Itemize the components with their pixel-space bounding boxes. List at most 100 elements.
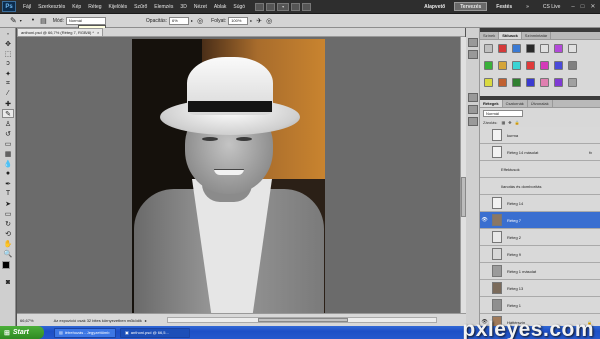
style-swatch[interactable] [512, 78, 521, 87]
workspace-essentials[interactable]: Alapvető [419, 2, 450, 11]
screen-mode-icon[interactable] [302, 2, 312, 11]
photo-canvas[interactable] [132, 39, 325, 313]
brush-tool-icon[interactable]: ✎ [2, 109, 14, 118]
menu-filter[interactable]: Szűrő [134, 4, 147, 10]
mode-select[interactable]: Normál [65, 16, 106, 25]
task-notepad[interactable]: ▤ létrehozás - Jegyzettömb [54, 327, 116, 338]
tablet-pressure-icon[interactable]: ◎ [197, 17, 203, 25]
brush-panel-icon-strip[interactable] [468, 117, 478, 126]
layer-row[interactable]: Réteg 13 [480, 280, 600, 297]
mini-bridge-icon[interactable] [266, 2, 276, 11]
tablet-size-icon[interactable]: ◎ [266, 17, 272, 25]
layer-effect-row[interactable]: Effektusok [480, 161, 600, 178]
layer-row[interactable]: Réteg 2 [480, 229, 600, 246]
blur-tool-icon[interactable]: 💧 [2, 159, 14, 168]
tab-styles[interactable]: Stílusok [499, 32, 522, 39]
menu-edit[interactable]: Szerkesztés [38, 4, 65, 10]
layer-row[interactable]: Réteg 1 másolat [480, 263, 600, 280]
lasso-tool-icon[interactable]: ↄ [2, 59, 14, 68]
layer-row[interactable]: Réteg 14 [480, 195, 600, 212]
crop-tool-icon[interactable]: ⌗ [2, 79, 14, 88]
status-menu-icon[interactable]: ▸ [145, 318, 147, 323]
lock-pixels-icon[interactable]: ▦ [501, 120, 505, 125]
style-swatch[interactable] [568, 78, 577, 87]
style-swatch[interactable] [540, 61, 549, 70]
hand-tool-icon-toolbox[interactable]: ✋ [2, 239, 14, 248]
maximize-icon[interactable]: □ [581, 4, 585, 10]
history-brush-tool-icon[interactable]: ↺ [2, 129, 14, 138]
opacity-field[interactable]: 6% [169, 16, 190, 25]
flow-dropdown-icon[interactable]: ▸ [250, 18, 252, 23]
style-swatch[interactable] [526, 61, 535, 70]
layer-row[interactable]: kurma [480, 127, 600, 144]
style-swatch[interactable] [554, 44, 563, 53]
menu-layer[interactable]: Réteg [88, 4, 101, 10]
foreground-color-swatch[interactable] [2, 261, 10, 269]
style-swatch[interactable] [568, 61, 577, 70]
move-tool-icon[interactable]: ✥ [2, 39, 14, 48]
airbrush-icon[interactable]: ✈ [256, 17, 262, 25]
style-swatch[interactable] [484, 78, 493, 87]
hand-tool-icon[interactable] [291, 2, 301, 11]
style-swatch[interactable] [512, 61, 521, 70]
cs-live-button[interactable]: CS Live [538, 2, 566, 11]
path-select-tool-icon[interactable]: ➤ [2, 199, 14, 208]
menu-view[interactable]: Nézet [194, 4, 207, 10]
bridge-icon[interactable] [255, 2, 265, 11]
layer-row[interactable]: Réteg 1 [480, 297, 600, 314]
blend-mode-select[interactable]: Normál [483, 109, 523, 117]
menu-select[interactable]: Kijelölés [109, 4, 128, 10]
history-panel-icon[interactable] [468, 38, 478, 47]
opacity-dropdown-icon[interactable]: ▸ [191, 18, 193, 23]
style-swatch[interactable] [512, 44, 521, 53]
style-swatch[interactable] [540, 44, 549, 53]
menu-window[interactable]: Ablak [214, 4, 227, 10]
shape-tool-icon[interactable]: ▭ [2, 209, 14, 218]
style-swatch[interactable] [498, 78, 507, 87]
style-swatch[interactable] [484, 61, 493, 70]
document-tab[interactable]: anthoni.psd @ 66,7% (Réteg 7, RGB/8) * × [17, 28, 104, 36]
menu-file[interactable]: Fájl [23, 4, 31, 10]
tab-colors[interactable]: Színek [480, 32, 500, 39]
brush-preset-dropdown-icon[interactable]: ▾ [20, 18, 22, 23]
tab-swatches[interactable]: Színmintatár [522, 32, 552, 39]
start-button[interactable]: ⊞ Start [0, 326, 44, 339]
menu-3d[interactable]: 3D [180, 4, 186, 10]
workspace-overflow[interactable]: » [521, 2, 534, 11]
style-swatch[interactable] [554, 78, 563, 87]
style-swatch[interactable] [484, 44, 493, 53]
tab-paths[interactable]: Útvonalak [528, 100, 553, 107]
spot-healing-tool-icon[interactable]: ✚ [2, 99, 14, 108]
actions-panel-icon[interactable] [468, 50, 478, 59]
horizontal-scroll-thumb[interactable] [257, 318, 348, 322]
canvas-area[interactable] [17, 37, 460, 313]
clone-stamp-tool-icon[interactable]: ♙ [2, 119, 14, 128]
layer-fx-icon[interactable]: fx [589, 150, 592, 155]
tab-layers[interactable]: Rétegek [480, 100, 503, 107]
style-swatch[interactable] [526, 44, 535, 53]
marquee-tool-icon[interactable]: ⬚ [2, 49, 14, 58]
eraser-tool-icon[interactable]: ▭ [2, 139, 14, 148]
menu-analysis[interactable]: Elemzés [154, 4, 173, 10]
eyedropper-tool-icon[interactable]: ⁄ [2, 89, 14, 98]
dodge-tool-icon[interactable]: ● [2, 169, 14, 178]
style-swatch[interactable] [498, 44, 507, 53]
3d-rotate-tool-icon[interactable]: ↻ [2, 219, 14, 228]
masks-panel-icon[interactable] [468, 105, 478, 114]
workspace-painting[interactable]: Festés [491, 2, 517, 11]
minimize-icon[interactable]: – [571, 4, 574, 10]
brush-preset-icon[interactable]: ✎ [10, 16, 17, 25]
layer-row[interactable]: Réteg 14 másolat fx [480, 144, 600, 161]
zoom-level-icon[interactable]: ▾ [277, 2, 290, 11]
layer-row[interactable]: 👁 Réteg 7 [480, 212, 600, 229]
layer-effect-row[interactable]: Ilanotás és domborítás [480, 178, 600, 195]
3d-orbit-tool-icon[interactable]: ⟲ [2, 229, 14, 238]
quick-mask-icon[interactable]: ◙ [2, 278, 14, 287]
type-tool-icon[interactable]: T [2, 189, 14, 198]
zoom-readout[interactable]: 66,67% [20, 318, 34, 323]
tab-channels[interactable]: Csatornák [503, 100, 528, 107]
brush-panel-icon[interactable]: ▤ [40, 17, 47, 25]
pen-tool-icon[interactable]: ✒ [2, 179, 14, 188]
document-tab-close-icon[interactable]: × [97, 30, 99, 35]
style-swatch[interactable] [568, 44, 577, 53]
